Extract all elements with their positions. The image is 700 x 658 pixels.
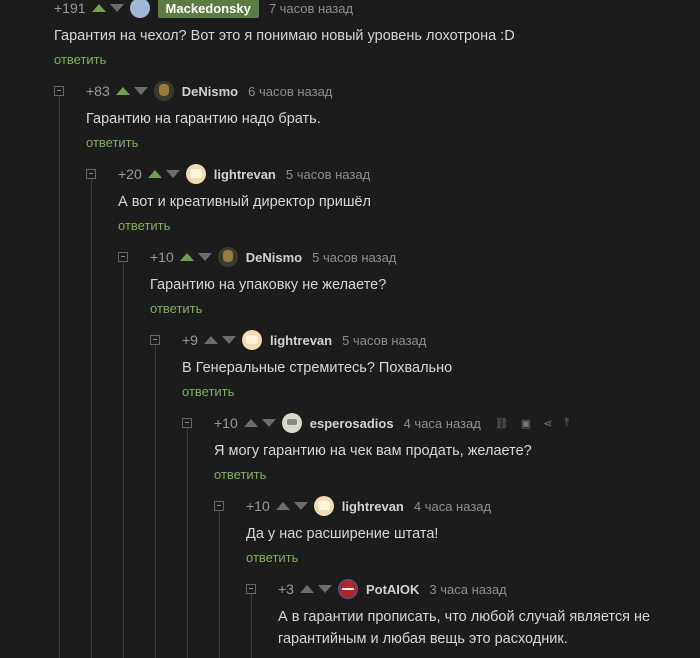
timestamp[interactable]: 5 часов назад — [342, 333, 426, 348]
upvote-icon[interactable] — [91, 4, 106, 12]
avatar[interactable] — [217, 247, 238, 267]
username[interactable]: Mackedonsky — [157, 0, 259, 18]
rating: +3 — [278, 581, 294, 597]
username[interactable]: DeNismo — [246, 250, 302, 265]
comment-tools: ⛓ ▣ ⋖ ⤒ — [495, 417, 581, 430]
rating: +20 — [118, 166, 142, 182]
avatar[interactable] — [281, 413, 302, 433]
comment-text: Я могу гарантию на чек вам продать, жела… — [214, 443, 532, 459]
thread-line — [59, 96, 60, 658]
thread-line — [91, 179, 92, 658]
collapse-toggle[interactable] — [54, 86, 64, 96]
reply-link[interactable]: ответить — [86, 135, 138, 150]
timestamp[interactable]: 3 часа назад — [429, 582, 506, 597]
downvote-icon[interactable] — [133, 87, 148, 95]
comment-text: Гарантию на гарантию надо брать. — [86, 111, 321, 127]
thread-line — [187, 428, 188, 658]
username[interactable]: lightrevan — [342, 499, 404, 514]
reply-link[interactable]: ответить — [214, 467, 266, 482]
avatar[interactable] — [241, 330, 262, 350]
avatar[interactable] — [337, 579, 358, 599]
upvote-icon[interactable] — [203, 336, 218, 344]
comment-text: А в гарантии прописать, что любой случай… — [278, 609, 651, 625]
reply-link[interactable]: ответить — [118, 218, 170, 233]
comment-header: +20 lightrevan 5 часов назад — [118, 163, 370, 185]
timestamp[interactable]: 4 часа назад — [404, 416, 481, 431]
share-icon[interactable]: ⋖ — [543, 417, 552, 430]
rating: +9 — [182, 332, 198, 348]
timestamp[interactable]: 5 часов назад — [312, 250, 396, 265]
comment-text: гарантийным и любая вещь это расходник. — [278, 631, 568, 647]
upvote-icon[interactable] — [147, 170, 162, 178]
up-arrow-icon[interactable]: ⤒ — [564, 417, 569, 430]
upvote-icon[interactable] — [179, 253, 194, 261]
save-icon[interactable]: ▣ — [521, 417, 531, 430]
comment-text: Да у нас расширение штата! — [246, 526, 439, 542]
link-icon[interactable]: ⛓ — [495, 417, 509, 430]
collapse-toggle[interactable] — [214, 501, 224, 511]
rating: +83 — [86, 83, 110, 99]
username[interactable]: lightrevan — [214, 167, 276, 182]
collapse-toggle[interactable] — [182, 418, 192, 428]
comment-text: А вот и креативный директор пришёл — [118, 194, 372, 210]
downvote-icon[interactable] — [109, 4, 124, 12]
downvote-icon[interactable] — [165, 170, 180, 178]
thread-line — [155, 345, 156, 658]
timestamp[interactable]: 4 часа назад — [414, 499, 491, 514]
rating: +10 — [246, 498, 270, 514]
comment-header: +3 PotAIOK 3 часа назад — [278, 578, 507, 600]
downvote-icon[interactable] — [221, 336, 236, 344]
reply-link[interactable]: ответить — [246, 550, 298, 565]
collapse-toggle[interactable] — [118, 252, 128, 262]
downvote-icon[interactable] — [293, 502, 308, 510]
username[interactable]: DeNismo — [182, 84, 238, 99]
downvote-icon[interactable] — [197, 253, 212, 261]
comment-text: В Генеральные стремитесь? Похвально — [182, 360, 453, 376]
collapse-toggle[interactable] — [150, 335, 160, 345]
comment-header: +10 esperosadios 4 часа назад ⛓ ▣ ⋖ ⤒ — [214, 412, 581, 434]
username[interactable]: lightrevan — [270, 333, 332, 348]
collapse-toggle[interactable] — [86, 169, 96, 179]
rating: +10 — [214, 415, 238, 431]
comment-header: +83 DeNismo 6 часов назад — [86, 80, 332, 102]
avatar[interactable] — [153, 81, 174, 101]
reply-link[interactable]: ответить — [150, 301, 202, 316]
avatar[interactable] — [129, 0, 150, 18]
reply-link[interactable]: ответить — [182, 384, 234, 399]
downvote-icon[interactable] — [317, 585, 332, 593]
comment-header: +10 lightrevan 4 часа назад — [246, 495, 491, 517]
comment-text: Гарантия на чехол? Вот это я понимаю нов… — [54, 28, 515, 44]
downvote-icon[interactable] — [261, 419, 276, 427]
comment-header: +9 lightrevan 5 часов назад — [182, 329, 426, 351]
collapse-toggle[interactable] — [246, 584, 256, 594]
upvote-icon[interactable] — [275, 502, 290, 510]
timestamp[interactable]: 5 часов назад — [286, 167, 370, 182]
username[interactable]: esperosadios — [310, 416, 394, 431]
timestamp[interactable]: 7 часов назад — [269, 1, 353, 16]
thread-line — [219, 511, 220, 658]
avatar[interactable] — [185, 164, 206, 184]
timestamp[interactable]: 6 часов назад — [248, 84, 332, 99]
thread-line — [251, 594, 252, 658]
reply-link[interactable]: ответить — [54, 52, 106, 67]
upvote-icon[interactable] — [243, 419, 258, 427]
upvote-icon[interactable] — [115, 87, 130, 95]
avatar[interactable] — [313, 496, 334, 516]
comment-header: +10 DeNismo 5 часов назад — [150, 246, 396, 268]
upvote-icon[interactable] — [299, 585, 314, 593]
rating: +191 — [54, 0, 86, 16]
thread-line — [123, 262, 124, 658]
comment-text: Гарантию на упаковку не желаете? — [150, 277, 387, 293]
comment-header: +191 Mackedonsky 7 часов назад — [54, 0, 353, 19]
rating: +10 — [150, 249, 174, 265]
username[interactable]: PotAIOK — [366, 582, 419, 597]
